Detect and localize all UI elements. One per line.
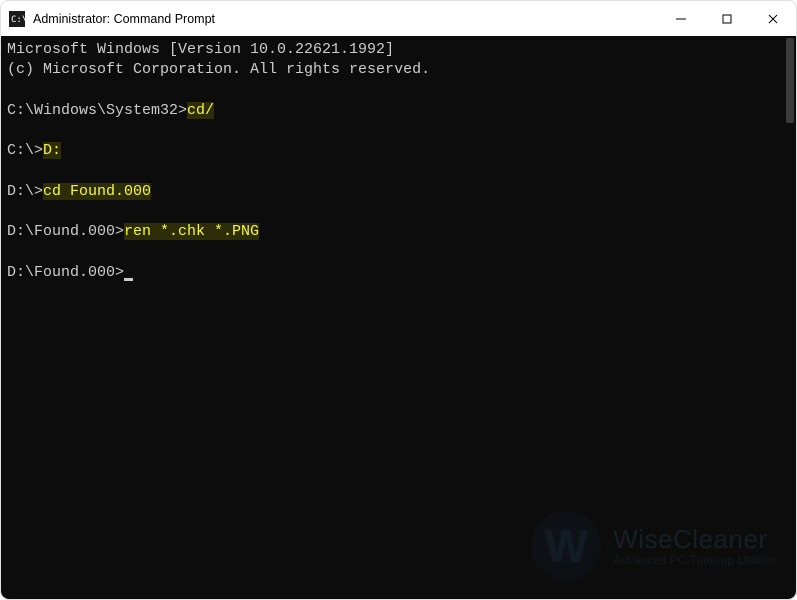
scrollbar-thumb[interactable] [786, 38, 794, 123]
watermark-brand: WiseCleaner [613, 525, 776, 554]
prompt: C:\Windows\System32> [7, 102, 187, 119]
watermark-text: WiseCleaner Advanced PC Tune-up Utilitie… [613, 525, 776, 567]
version-line: Microsoft Windows [Version 10.0.22621.19… [7, 40, 790, 60]
window-title: Administrator: Command Prompt [33, 12, 658, 26]
blank-line [7, 243, 790, 263]
cmd-line: D:\Found.000>ren *.chk *.PNG [7, 222, 790, 242]
titlebar: C:\ Administrator: Command Prompt [1, 1, 796, 36]
blank-line [7, 121, 790, 141]
current-prompt-line: D:\Found.000> [7, 263, 790, 283]
terminal-area[interactable]: Microsoft Windows [Version 10.0.22621.19… [1, 36, 796, 599]
watermark: W WiseCleaner Advanced PC Tune-up Utilit… [531, 511, 776, 581]
watermark-logo: W [531, 511, 601, 581]
minimize-button[interactable] [658, 1, 704, 36]
prompt: D:\> [7, 183, 43, 200]
cmd-line: D:\>cd Found.000 [7, 182, 790, 202]
command-text: ren *.chk *.PNG [124, 223, 259, 240]
blank-line [7, 162, 790, 182]
cmd-icon: C:\ [9, 11, 25, 27]
prompt: D:\Found.000> [7, 223, 124, 240]
command-text: cd/ [187, 102, 214, 119]
cursor [124, 278, 133, 281]
window-controls [658, 1, 796, 36]
close-button[interactable] [750, 1, 796, 36]
current-prompt: D:\Found.000> [7, 264, 124, 281]
cmd-line: C:\Windows\System32>cd/ [7, 101, 790, 121]
blank-line [7, 202, 790, 222]
maximize-button[interactable] [704, 1, 750, 36]
command-text: D: [43, 142, 61, 159]
svg-text:C:\: C:\ [11, 15, 25, 25]
cmd-line: C:\>D: [7, 141, 790, 161]
prompt: C:\> [7, 142, 43, 159]
watermark-tagline: Advanced PC Tune-up Utilities [613, 554, 776, 567]
copyright-line: (c) Microsoft Corporation. All rights re… [7, 60, 790, 80]
blank-line [7, 81, 790, 101]
command-text: cd Found.000 [43, 183, 151, 200]
